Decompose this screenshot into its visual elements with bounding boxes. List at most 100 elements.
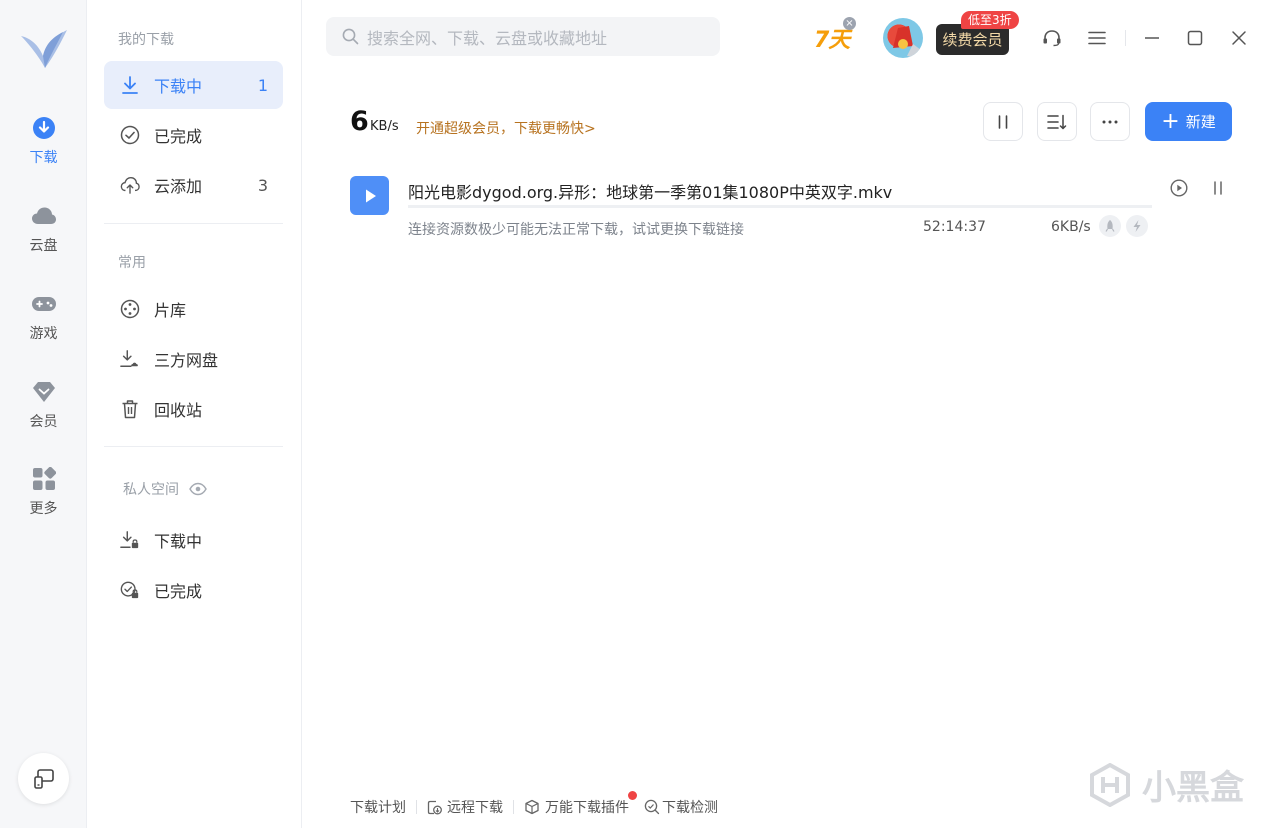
- download-cloud-disk-icon: [120, 349, 140, 369]
- sidebar-item-label: 下载中: [154, 532, 203, 551]
- search-input[interactable]: 搜索全网、下载、云盘或收藏地址: [326, 17, 720, 56]
- discount-badge: 低至3折: [961, 11, 1019, 29]
- download-plan-label: 下载计划: [350, 800, 406, 816]
- rail-label: 游戏: [29, 326, 58, 342]
- notification-dot: [628, 791, 637, 800]
- task-time-left: 52:14:37: [923, 219, 986, 235]
- new-task-label: 新建: [1185, 113, 1216, 131]
- bottom-toolbar: 下载计划 远程下载 万能下载插件 下载检测: [350, 791, 718, 817]
- download-check-label: 下载检测: [662, 800, 718, 816]
- locked-check-icon: [120, 580, 140, 600]
- trash-icon: [120, 399, 140, 419]
- sidebar-item-library[interactable]: 片库: [104, 285, 283, 333]
- rail-item-games[interactable]: 游戏: [0, 291, 87, 351]
- sidebar-item-downloading[interactable]: 下载中 1: [104, 61, 283, 109]
- divider: [637, 800, 638, 814]
- sidebar-item-trash[interactable]: 回收站: [104, 385, 283, 433]
- download-plugin-link[interactable]: 万能下载插件: [524, 791, 637, 817]
- sidebar-item-third-party-disk[interactable]: 三方网盘: [104, 335, 283, 383]
- check-circle-icon: [120, 125, 140, 145]
- section-title-private: 私人空间: [123, 479, 207, 499]
- download-plugin-label: 万能下载插件: [545, 800, 629, 816]
- rail-item-cloud[interactable]: 云盘: [0, 203, 87, 263]
- download-check-link[interactable]: 下载检测: [644, 797, 718, 817]
- device-icon: [33, 768, 55, 790]
- remote-download-link[interactable]: 远程下载: [427, 797, 503, 817]
- check-search-icon: [644, 799, 660, 815]
- lightning-icon[interactable]: [1126, 215, 1148, 237]
- divider: [1125, 30, 1126, 46]
- sidebar-item-label: 下载中: [154, 77, 203, 96]
- play-circle-icon[interactable]: [1169, 178, 1189, 198]
- close-icon[interactable]: ×: [843, 17, 856, 30]
- sidebar-item-label: 回收站: [154, 401, 203, 420]
- sidebar-item-private-completed[interactable]: 已完成: [104, 566, 283, 614]
- section-title-common: 常用: [118, 255, 146, 271]
- rocket-icon[interactable]: [1099, 215, 1121, 237]
- device-switch-button[interactable]: [18, 753, 69, 804]
- app-logo-icon: [17, 24, 69, 76]
- sidebar-item-cloud-added[interactable]: 云添加 3: [104, 161, 283, 209]
- download-sidebar: 我的下载 下载中 1 已完成 云添加 3 常用 片库 三方网盘 回收站 私人空间…: [87, 0, 302, 828]
- minimize-icon[interactable]: [1142, 28, 1162, 48]
- sidebar-item-label: 三方网盘: [154, 351, 219, 370]
- sidebar-item-label: 已完成: [154, 127, 203, 146]
- task-file-name[interactable]: 阳光电影dygod.org.异形：地球第一季第01集1080P中英双字.mkv: [408, 179, 892, 203]
- pause-icon[interactable]: [1208, 178, 1228, 198]
- headset-icon[interactable]: [1042, 28, 1062, 48]
- locked-download-icon: [120, 530, 140, 550]
- plus-icon: +: [1161, 108, 1180, 134]
- divider: [104, 446, 283, 447]
- search-icon: [342, 28, 359, 45]
- downloading-count: 1: [257, 75, 268, 95]
- private-space-label: 私人空间: [123, 482, 179, 498]
- more-dots-icon: [1102, 120, 1118, 124]
- task-progress-bar: [408, 205, 1152, 208]
- task-speed: 6KB/s: [1051, 219, 1091, 235]
- new-task-button[interactable]: + 新建: [1145, 102, 1232, 141]
- cube-icon: [524, 799, 540, 815]
- divider: [104, 223, 283, 224]
- menu-icon[interactable]: [1087, 28, 1107, 48]
- gamepad-icon: [31, 291, 57, 317]
- eye-icon[interactable]: [189, 482, 207, 496]
- sidebar-item-completed[interactable]: 已完成: [104, 111, 283, 159]
- close-window-icon[interactable]: [1229, 28, 1249, 48]
- rail-item-download[interactable]: 下载: [0, 115, 87, 175]
- more-options-button[interactable]: [1090, 102, 1130, 141]
- sidebar-item-private-downloading[interactable]: 下载中: [104, 516, 283, 564]
- total-speed-unit: KB/s: [370, 119, 399, 134]
- task-status-text: 连接资源数极少可能无法正常下载，试试更换下载链接: [408, 222, 744, 238]
- maximize-icon[interactable]: [1185, 28, 1205, 48]
- sidebar-item-label: 片库: [154, 301, 187, 320]
- rail-label: 会员: [29, 414, 58, 430]
- rail-label: 更多: [29, 501, 58, 517]
- watermark: 小黑盒: [1088, 760, 1244, 809]
- pause-icon: [996, 114, 1010, 130]
- video-file-icon: [350, 176, 389, 215]
- cloud-added-count: 3: [257, 175, 268, 195]
- total-speed-value: 6: [350, 106, 369, 137]
- app-rail: 下载 云盘 游戏 会员 更多: [0, 0, 87, 828]
- sidebar-item-label: 已完成: [154, 582, 203, 601]
- download-circle-icon: [31, 115, 57, 141]
- divider: [416, 800, 417, 814]
- avatar[interactable]: [883, 18, 923, 58]
- download-plan-link[interactable]: 下载计划: [350, 797, 406, 817]
- sort-button[interactable]: [1037, 102, 1077, 141]
- watermark-text: 小黑盒: [1142, 768, 1244, 808]
- rail-item-more[interactable]: 更多: [0, 466, 87, 526]
- sidebar-item-label: 云添加: [154, 177, 203, 196]
- section-title-my-downloads: 我的下载: [118, 32, 174, 48]
- cloud-icon: [31, 203, 57, 229]
- rail-item-vip[interactable]: 会员: [0, 379, 87, 439]
- search-placeholder: 搜索全网、下载、云盘或收藏地址: [367, 28, 608, 48]
- watermark-logo-icon: [1088, 762, 1132, 807]
- vip-upsell-link[interactable]: 开通超级会员，下载更畅快>: [416, 118, 596, 138]
- download-icon: [120, 75, 140, 95]
- cloud-upload-icon: [120, 175, 140, 195]
- pause-all-button[interactable]: [983, 102, 1023, 141]
- film-reel-icon: [120, 299, 140, 319]
- remote-download-icon: [427, 800, 442, 815]
- rail-label: 云盘: [29, 238, 58, 254]
